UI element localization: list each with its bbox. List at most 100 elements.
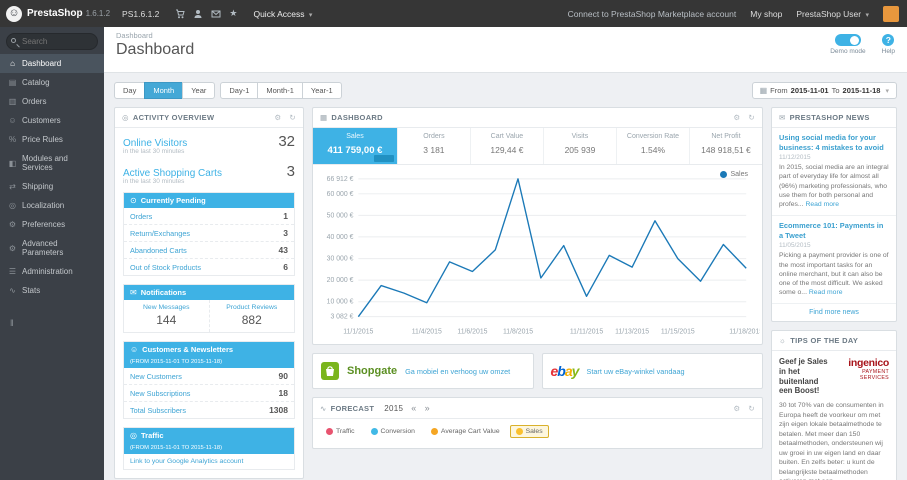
list-item: New Subscriptions 18 xyxy=(124,385,294,402)
star-icon[interactable]: ★ xyxy=(229,8,237,19)
dashboard-panel: ▦ DASHBOARD ⚙ ↻ Sales 411 759,00 € Orders… xyxy=(312,107,764,346)
kpi-visits[interactable]: Visits 205 939 xyxy=(544,128,617,164)
product-reviews-link[interactable]: Product Reviews 882 xyxy=(210,300,295,332)
section-title: Currently Pending xyxy=(140,196,206,205)
administration-icon: ☰ xyxy=(8,267,17,276)
pending-orders-link[interactable]: Orders xyxy=(130,212,152,221)
filter-day-1-button[interactable]: Day-1 xyxy=(220,82,259,99)
filter-month-1-button[interactable]: Month-1 xyxy=(257,82,303,99)
forecast-next-button[interactable]: » xyxy=(425,403,430,413)
cart-notifications-icon[interactable] xyxy=(175,9,186,19)
customer-notifications-icon[interactable] xyxy=(193,9,203,19)
sidebar-item-stats[interactable]: ∿ Stats xyxy=(0,281,104,300)
svg-text:11/13/2015: 11/13/2015 xyxy=(615,328,649,335)
message-notifications-icon[interactable] xyxy=(211,9,221,19)
filter-year-1-button[interactable]: Year-1 xyxy=(301,82,342,99)
gear-icon[interactable]: ⚙ xyxy=(733,113,740,122)
ebay-module-banner: ebay Start uw eBay-winkel vandaag xyxy=(541,353,763,390)
news-article: Ecommerce 101: Payments in a Tweet 11/05… xyxy=(772,216,896,305)
sales-chart: 66 912 € 60 000 € 50 000 € 40 000 € 30 000 €… xyxy=(327,176,764,336)
forecast-prev-button[interactable]: « xyxy=(411,403,416,413)
forecast-year[interactable]: 2015 xyxy=(384,404,403,413)
refresh-icon[interactable]: ↻ xyxy=(748,113,755,122)
kpi-cart-value[interactable]: Cart Value 129,44 € xyxy=(471,128,544,164)
news-article-title[interactable]: Using social media for your business: 4 … xyxy=(779,133,889,152)
kpi-sales[interactable]: Sales 411 759,00 € xyxy=(313,128,398,164)
forecast-sales-button[interactable]: Sales xyxy=(509,425,549,439)
sidebar-item-shipping[interactable]: ⇄ Shipping xyxy=(0,177,104,196)
forecast-average-cart-value-button[interactable]: Average Cart Value xyxy=(425,425,506,438)
svg-text:20 000 €: 20 000 € xyxy=(327,277,354,284)
pending-returns-link[interactable]: Return/Exchanges xyxy=(130,229,190,238)
marketplace-link[interactable]: Connect to PrestaShop Marketplace accoun… xyxy=(568,9,737,19)
sidebar-item-administration[interactable]: ☰ Administration xyxy=(0,262,104,281)
avatar[interactable] xyxy=(883,5,899,22)
section-subtitle: (FROM 2015-11-01 TO 2015-11-18) xyxy=(130,359,223,365)
date-range-picker[interactable]: ▦ From 2015-11-01 To 2015-11-18 ▾ xyxy=(751,82,897,99)
sidebar-collapse-button[interactable]: ‖ xyxy=(0,314,104,332)
demo-mode-toggle[interactable] xyxy=(834,34,861,46)
user-menu[interactable]: PrestaShop User ▾ xyxy=(796,9,869,19)
help-icon[interactable]: ? xyxy=(882,34,895,46)
read-more-link[interactable]: Read more xyxy=(809,289,843,296)
tips-of-the-day-panel: ☼ TIPS OF THE DAY Geef je Sales in het b… xyxy=(771,330,897,480)
list-item: Orders 1 xyxy=(124,208,294,225)
online-visitors-value: 32 xyxy=(278,133,295,150)
prestashop-logo[interactable]: ☺ xyxy=(6,5,22,22)
activity-overview-panel: ◎ ACTIVITY OVERVIEW ⚙ ↻ Online Visitors 3… xyxy=(114,107,304,479)
kpi-label: Orders xyxy=(423,133,445,140)
out-of-stock-link[interactable]: Out of Stock Products xyxy=(130,263,201,272)
filter-month-button[interactable]: Month xyxy=(144,82,184,99)
advanced-parameters-icon: ⚙ xyxy=(8,243,17,253)
filter-day-button[interactable]: Day xyxy=(114,82,146,99)
total-subscribers-link[interactable]: Total Subscribers xyxy=(130,406,186,415)
sidebar-item-dashboard[interactable]: ⌂ Dashboard xyxy=(0,54,104,73)
sidebar-item-price-rules[interactable]: % Price Rules xyxy=(0,130,104,149)
sidebar-item-preferences[interactable]: ⚙ Preferences xyxy=(0,215,104,234)
search-input[interactable] xyxy=(6,33,98,50)
gear-icon[interactable]: ⚙ xyxy=(733,404,740,413)
new-customers-link[interactable]: New Customers xyxy=(130,372,182,381)
shop-name-link[interactable]: PS1.6.1.2 xyxy=(122,9,159,19)
legend-dot xyxy=(720,171,728,178)
sidebar-item-orders[interactable]: ▥ Orders xyxy=(0,92,104,111)
forecast-panel: ∿ FORECAST 2015 « » ⚙ ↻ Traffic Conversi… xyxy=(312,397,763,450)
sidebar-item-modules[interactable]: ◧ Modules and Services xyxy=(0,149,104,177)
sidebar-item-advanced-parameters[interactable]: ⚙ Advanced Parameters xyxy=(0,234,104,262)
quick-access-menu[interactable]: Quick Access ▾ xyxy=(253,9,312,19)
forecast-traffic-button[interactable]: Traffic xyxy=(320,425,361,438)
kpi-orders[interactable]: Orders 3 181 xyxy=(398,128,471,164)
customers-newsletters-section: ☺ Customers & Newsletters (FROM 2015-11-… xyxy=(123,341,295,419)
forecast-conversion-button[interactable]: Conversion xyxy=(365,425,421,438)
refresh-icon[interactable]: ↻ xyxy=(289,113,296,122)
ebay-link[interactable]: Start uw eBay-winkel vandaag xyxy=(586,367,684,376)
google-analytics-link[interactable]: Link to your Google Analytics account xyxy=(124,454,294,469)
sidebar-item-customers[interactable]: ☺ Customers xyxy=(0,111,104,130)
abandoned-carts-link[interactable]: Abandoned Carts xyxy=(130,246,187,255)
new-subscriptions-link[interactable]: New Subscriptions xyxy=(130,389,190,398)
active-carts-value: 3 xyxy=(286,163,295,180)
filter-year-button[interactable]: Year xyxy=(182,82,216,99)
refresh-icon[interactable]: ↻ xyxy=(748,404,755,413)
news-article-title[interactable]: Ecommerce 101: Payments in a Tweet xyxy=(779,221,889,240)
section-title: Customers & Newsletters xyxy=(142,345,234,354)
kpi-net-profit[interactable]: Net Profit 148 918,51 € xyxy=(690,128,762,164)
new-messages-link[interactable]: New Messages 144 xyxy=(124,300,210,332)
out-of-stock-value: 6 xyxy=(283,262,288,272)
svg-text:11/18/2015: 11/18/2015 xyxy=(729,328,760,335)
price-rules-icon: % xyxy=(8,135,17,144)
sidebar-item-localization[interactable]: ◎ Localization xyxy=(0,196,104,215)
sidebar-item-catalog[interactable]: ▤ Catalog xyxy=(0,73,104,92)
shopgate-link[interactable]: Ga mobiel en verhoog uw omzet xyxy=(405,367,510,376)
toggle-knob xyxy=(849,35,859,45)
sidebar-item-label: Catalog xyxy=(22,78,50,87)
ebay-letter: y xyxy=(571,363,580,380)
page-header: Dashboard Dashboard Demo mode ? Help xyxy=(104,27,907,73)
kpi-conversion-rate[interactable]: Conversion Rate 1.54% xyxy=(617,128,690,164)
my-shop-link[interactable]: My shop xyxy=(750,9,782,19)
gear-icon[interactable]: ⚙ xyxy=(274,113,281,122)
ingenico-subtitle: PAYMENT SERVICES xyxy=(859,369,889,382)
find-more-news-link[interactable]: Find more news xyxy=(772,304,896,321)
read-more-link[interactable]: Read more xyxy=(805,201,839,208)
localization-icon: ◎ xyxy=(9,201,16,210)
